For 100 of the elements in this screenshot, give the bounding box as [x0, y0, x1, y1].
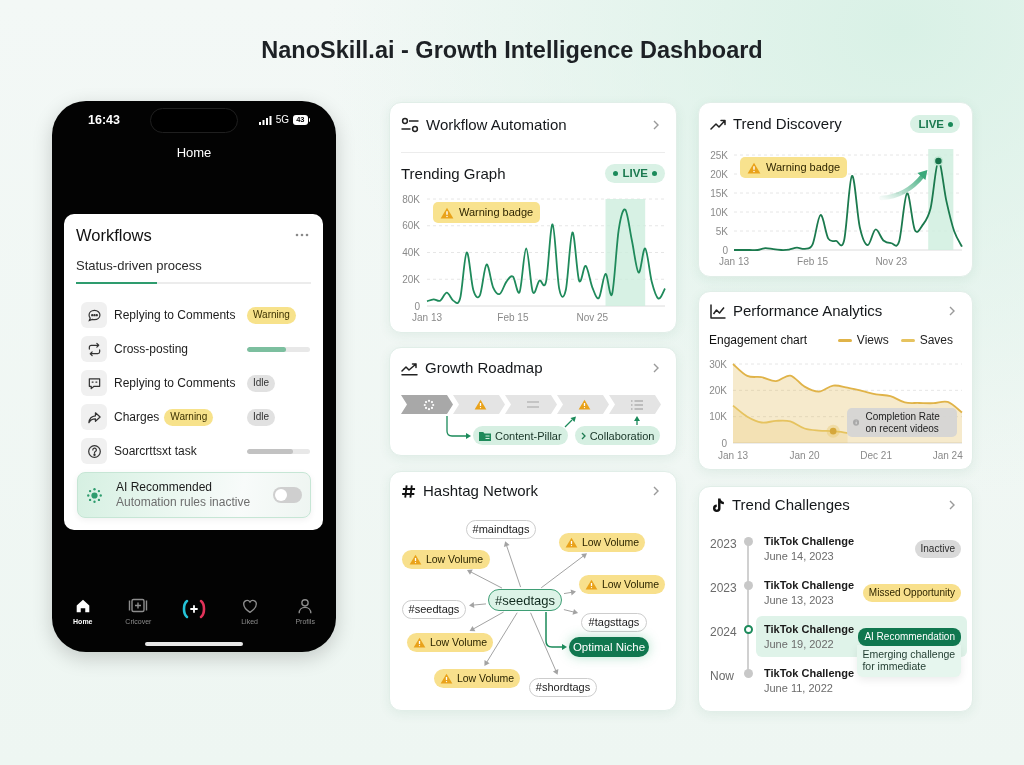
warning-icon [584, 578, 598, 590]
task-label: Replying to Comments [114, 376, 236, 390]
warning-icon [474, 399, 487, 410]
card-title: Growth Roadmap [425, 359, 543, 377]
axis-label: 0 [414, 300, 420, 312]
axis-label: Nov 23 [875, 256, 908, 267]
chevron-right-icon[interactable] [653, 363, 659, 373]
axis-label: 60K [402, 220, 420, 232]
axis-label: Jan 13 [719, 256, 749, 267]
status-badge: Idle [247, 408, 276, 426]
warning-icon [440, 206, 454, 219]
signal-bars-icon [258, 115, 272, 125]
card-title: Hashtag Network [423, 482, 539, 500]
timeline-year: 2024 [710, 625, 737, 640]
axis-label: 0 [721, 437, 727, 449]
roadmap-step[interactable] [453, 395, 505, 414]
roadmap-step[interactable] [557, 395, 609, 414]
card-title: Trend Discovery [733, 115, 842, 133]
axis-label: 0 [722, 244, 728, 256]
axis-label: 15K [710, 187, 728, 199]
page-title: NanoSkill.ai - Growth Intelligence Dashboard [261, 36, 763, 64]
node-label: Low Volume [456, 672, 515, 684]
peak-marker [933, 156, 944, 166]
music-note-icon [710, 497, 725, 513]
card-title: Workflows [76, 226, 152, 244]
share-icon [81, 404, 107, 430]
axis-label: 5K [715, 225, 728, 237]
challenge-title: TikTok Challenge [764, 534, 855, 549]
panel-subtitle: Automation rules inactive [116, 495, 251, 510]
status-badge: Inactive [914, 539, 961, 558]
add-square-icon [128, 597, 149, 615]
line-chart-icon [710, 303, 726, 319]
axis-label: Feb 15 [497, 312, 529, 323]
recommendation-note: Emerging challenge for immediate [857, 644, 962, 677]
live-label: LIVE [622, 167, 648, 180]
hashtag-node: #shordtags [529, 677, 597, 697]
list-icon [630, 399, 643, 410]
lines-icon [526, 401, 539, 408]
axis-label: 25K [710, 149, 728, 161]
roadmap-step[interactable] [609, 395, 661, 414]
warning-icon [564, 536, 578, 548]
hashtag-node: #maindtags [466, 519, 536, 539]
trending-up-icon [710, 118, 726, 130]
status-badge: Missed Opportunity [862, 583, 961, 602]
axis-label: Feb 15 [797, 256, 829, 267]
more-icon[interactable] [295, 233, 309, 237]
challenge-date: June 19, 2022 [764, 637, 834, 651]
axis-label: Jan 13 [412, 312, 442, 323]
folder-icon [479, 430, 491, 441]
challenge-date: June 11, 2022 [764, 681, 833, 695]
axis-label: 30K [709, 358, 727, 370]
axis-label: Jan 13 [718, 450, 748, 461]
roadmap-link[interactable]: Collaboration [574, 426, 661, 445]
roadmap-step[interactable] [401, 395, 453, 414]
timeline-year: Now [710, 669, 734, 684]
roadmap-step[interactable] [505, 395, 557, 414]
panel-title: AI Recommended [116, 480, 213, 495]
legend-swatch-icon [900, 338, 915, 342]
status-badge: AI Recommendation [858, 627, 961, 646]
live-dot-icon [613, 171, 619, 176]
roadmap-link[interactable]: Content-Pillar [473, 426, 568, 445]
axis-label: 40K [402, 247, 420, 258]
axis-label: 10K [710, 206, 728, 218]
callout-text: Warning badge [459, 206, 534, 219]
card-title: Performance Analytics [733, 302, 883, 320]
legend-label: Views [856, 333, 889, 347]
axis-label: 80K [402, 193, 420, 205]
hashtag-node: #tagsttags [581, 612, 647, 632]
chevron-right-icon [580, 431, 586, 440]
chevron-right-icon[interactable] [653, 486, 659, 496]
challenge-title: TikTok Challenge [764, 622, 855, 637]
chevron-right-icon[interactable] [949, 500, 955, 510]
node-label: Low Volume [581, 536, 640, 548]
tab[interactable]: Status-driven process [76, 258, 202, 274]
question-icon [81, 438, 107, 464]
task-label: Replying to Comments [114, 308, 236, 322]
toggle-switch[interactable] [273, 487, 302, 503]
chat-bubble-icon [81, 302, 107, 328]
status-time: 16:43 [88, 113, 120, 127]
trend-line-icon [401, 360, 418, 376]
challenge-date: June 14, 2023 [764, 549, 834, 563]
loading-icon [422, 398, 435, 411]
connector-arrow [469, 602, 487, 608]
warning-icon [439, 672, 453, 684]
chevron-right-icon[interactable] [949, 306, 955, 316]
warning-icon [412, 636, 426, 648]
connector-arrow [564, 416, 576, 428]
timeline-year: 2023 [710, 537, 737, 552]
live-dot-icon [652, 171, 657, 176]
niche-node: Optimal Niche [569, 637, 649, 657]
message-icon [81, 370, 107, 396]
axis-label: Nov 25 [576, 312, 609, 323]
legend-label: Saves [919, 333, 953, 347]
axis-label: Jan 20 [789, 450, 820, 461]
node-label: Low Volume [425, 553, 484, 565]
warning-icon [578, 399, 591, 410]
axis-label: 20K [402, 273, 420, 285]
heart-icon [240, 597, 259, 615]
chevron-right-icon[interactable] [653, 120, 659, 130]
axis-label: Dec 21 [860, 450, 892, 461]
